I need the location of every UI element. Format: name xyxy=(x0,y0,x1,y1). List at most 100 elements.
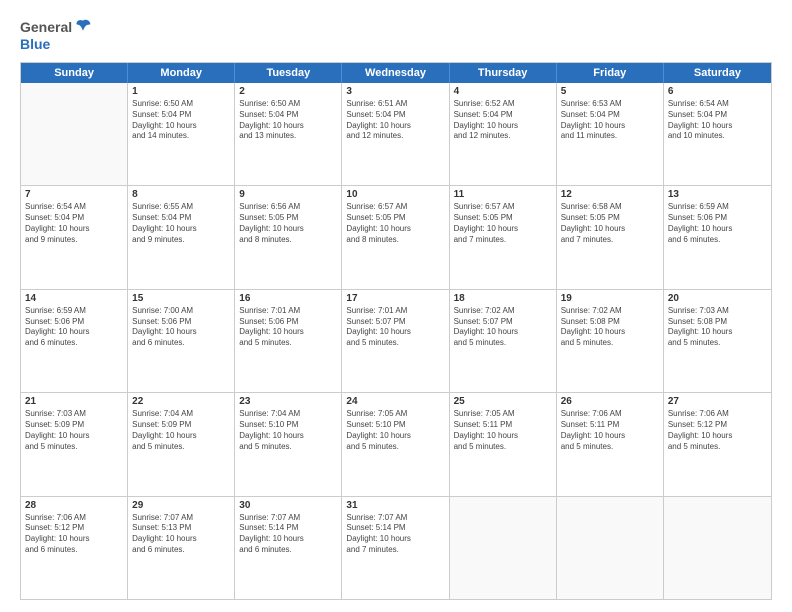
day-number: 23 xyxy=(239,396,337,407)
header: General Blue xyxy=(20,18,772,54)
cal-cell: 2 Sunrise: 6:50 AM Sunset: 5:04 PM Daylig… xyxy=(235,83,342,185)
cal-cell: 27 Sunrise: 7:06 AM Sunset: 5:12 PM Dayli… xyxy=(664,393,771,495)
cal-cell: 11 Sunrise: 6:57 AM Sunset: 5:05 PM Dayli… xyxy=(450,186,557,288)
day-number: 2 xyxy=(239,86,337,97)
cell-info: Sunrise: 7:03 AM Sunset: 5:09 PM Dayligh… xyxy=(25,409,123,452)
cell-info: Sunrise: 7:01 AM Sunset: 5:07 PM Dayligh… xyxy=(346,306,444,349)
day-number: 13 xyxy=(668,189,767,200)
cell-info: Sunrise: 6:51 AM Sunset: 5:04 PM Dayligh… xyxy=(346,99,444,142)
calendar: SundayMondayTuesdayWednesdayThursdayFrid… xyxy=(20,62,772,600)
cell-info: Sunrise: 6:55 AM Sunset: 5:04 PM Dayligh… xyxy=(132,202,230,245)
day-number: 21 xyxy=(25,396,123,407)
calendar-header: SundayMondayTuesdayWednesdayThursdayFrid… xyxy=(21,63,771,83)
page: General Blue SundayMondayTuesdayWednesda… xyxy=(0,0,792,612)
cal-cell: 7 Sunrise: 6:54 AM Sunset: 5:04 PM Daylig… xyxy=(21,186,128,288)
cell-info: Sunrise: 6:53 AM Sunset: 5:04 PM Dayligh… xyxy=(561,99,659,142)
cell-info: Sunrise: 6:59 AM Sunset: 5:06 PM Dayligh… xyxy=(25,306,123,349)
day-number: 4 xyxy=(454,86,552,97)
cal-cell: 31Sunrise: 7:07 AM Sunset: 5:14 PM Dayli… xyxy=(342,497,449,599)
cal-cell: 3 Sunrise: 6:51 AM Sunset: 5:04 PM Daylig… xyxy=(342,83,449,185)
cell-info: Sunrise: 7:05 AM Sunset: 5:11 PM Dayligh… xyxy=(454,409,552,452)
day-header-friday: Friday xyxy=(557,63,664,83)
cell-info: Sunrise: 7:05 AM Sunset: 5:10 PM Dayligh… xyxy=(346,409,444,452)
cal-cell: 29Sunrise: 7:07 AM Sunset: 5:13 PM Dayli… xyxy=(128,497,235,599)
cell-info: Sunrise: 7:06 AM Sunset: 5:12 PM Dayligh… xyxy=(668,409,767,452)
cell-info: Sunrise: 6:50 AM Sunset: 5:04 PM Dayligh… xyxy=(239,99,337,142)
day-header-saturday: Saturday xyxy=(664,63,771,83)
cell-info: Sunrise: 6:57 AM Sunset: 5:05 PM Dayligh… xyxy=(454,202,552,245)
day-number: 1 xyxy=(132,86,230,97)
cal-cell: 18 Sunrise: 7:02 AM Sunset: 5:07 PM Dayli… xyxy=(450,290,557,392)
cal-cell: 24 Sunrise: 7:05 AM Sunset: 5:10 PM Dayli… xyxy=(342,393,449,495)
week-row-1: 1 Sunrise: 6:50 AM Sunset: 5:04 PM Daylig… xyxy=(21,83,771,185)
cell-info: Sunrise: 6:56 AM Sunset: 5:05 PM Dayligh… xyxy=(239,202,337,245)
day-number: 20 xyxy=(668,293,767,304)
day-header-tuesday: Tuesday xyxy=(235,63,342,83)
day-number: 28 xyxy=(25,500,123,511)
day-number: 12 xyxy=(561,189,659,200)
cell-info: Sunrise: 6:50 AM Sunset: 5:04 PM Dayligh… xyxy=(132,99,230,142)
day-number: 6 xyxy=(668,86,767,97)
day-number: 22 xyxy=(132,396,230,407)
day-header-thursday: Thursday xyxy=(450,63,557,83)
cell-info: Sunrise: 7:00 AM Sunset: 5:06 PM Dayligh… xyxy=(132,306,230,349)
day-header-monday: Monday xyxy=(128,63,235,83)
cal-cell: 13Sunrise: 6:59 AM Sunset: 5:06 PM Dayli… xyxy=(664,186,771,288)
week-row-3: 14 Sunrise: 6:59 AM Sunset: 5:06 PM Dayli… xyxy=(21,289,771,392)
cal-cell: 26Sunrise: 7:06 AM Sunset: 5:11 PM Dayli… xyxy=(557,393,664,495)
day-header-sunday: Sunday xyxy=(21,63,128,83)
day-number: 14 xyxy=(25,293,123,304)
logo-blue: Blue xyxy=(20,36,50,52)
cal-cell xyxy=(557,497,664,599)
cal-cell: 14 Sunrise: 6:59 AM Sunset: 5:06 PM Dayli… xyxy=(21,290,128,392)
cal-cell: 25Sunrise: 7:05 AM Sunset: 5:11 PM Dayli… xyxy=(450,393,557,495)
week-row-4: 21 Sunrise: 7:03 AM Sunset: 5:09 PM Dayli… xyxy=(21,392,771,495)
cal-cell: 12Sunrise: 6:58 AM Sunset: 5:05 PM Dayli… xyxy=(557,186,664,288)
cal-cell xyxy=(450,497,557,599)
cell-info: Sunrise: 7:07 AM Sunset: 5:14 PM Dayligh… xyxy=(346,513,444,556)
cell-info: Sunrise: 7:02 AM Sunset: 5:07 PM Dayligh… xyxy=(454,306,552,349)
day-number: 9 xyxy=(239,189,337,200)
logo-general: General xyxy=(20,19,72,35)
day-number: 19 xyxy=(561,293,659,304)
day-number: 8 xyxy=(132,189,230,200)
week-row-2: 7 Sunrise: 6:54 AM Sunset: 5:04 PM Daylig… xyxy=(21,185,771,288)
cal-cell: 19 Sunrise: 7:02 AM Sunset: 5:08 PM Dayli… xyxy=(557,290,664,392)
day-number: 29 xyxy=(132,500,230,511)
cal-cell xyxy=(21,83,128,185)
cal-cell: 1 Sunrise: 6:50 AM Sunset: 5:04 PM Daylig… xyxy=(128,83,235,185)
day-number: 3 xyxy=(346,86,444,97)
cell-info: Sunrise: 7:07 AM Sunset: 5:14 PM Dayligh… xyxy=(239,513,337,556)
cell-info: Sunrise: 6:54 AM Sunset: 5:04 PM Dayligh… xyxy=(25,202,123,245)
cal-cell xyxy=(664,497,771,599)
day-number: 5 xyxy=(561,86,659,97)
cal-cell: 20Sunrise: 7:03 AM Sunset: 5:08 PM Dayli… xyxy=(664,290,771,392)
day-number: 17 xyxy=(346,293,444,304)
day-number: 15 xyxy=(132,293,230,304)
cell-info: Sunrise: 7:02 AM Sunset: 5:08 PM Dayligh… xyxy=(561,306,659,349)
cal-cell: 30Sunrise: 7:07 AM Sunset: 5:14 PM Dayli… xyxy=(235,497,342,599)
cal-cell: 16 Sunrise: 7:01 AM Sunset: 5:06 PM Dayli… xyxy=(235,290,342,392)
day-number: 7 xyxy=(25,189,123,200)
cal-cell: 4Sunrise: 6:52 AM Sunset: 5:04 PM Daylig… xyxy=(450,83,557,185)
cal-cell: 9 Sunrise: 6:56 AM Sunset: 5:05 PM Daylig… xyxy=(235,186,342,288)
day-number: 27 xyxy=(668,396,767,407)
cell-info: Sunrise: 6:54 AM Sunset: 5:04 PM Dayligh… xyxy=(668,99,767,142)
week-row-5: 28 Sunrise: 7:06 AM Sunset: 5:12 PM Dayli… xyxy=(21,496,771,599)
day-number: 18 xyxy=(454,293,552,304)
cal-cell: 23 Sunrise: 7:04 AM Sunset: 5:10 PM Dayli… xyxy=(235,393,342,495)
day-number: 24 xyxy=(346,396,444,407)
cell-info: Sunrise: 7:04 AM Sunset: 5:10 PM Dayligh… xyxy=(239,409,337,452)
cal-cell: 28 Sunrise: 7:06 AM Sunset: 5:12 PM Dayli… xyxy=(21,497,128,599)
logo: General Blue xyxy=(20,18,92,54)
day-header-wednesday: Wednesday xyxy=(342,63,449,83)
cell-info: Sunrise: 7:01 AM Sunset: 5:06 PM Dayligh… xyxy=(239,306,337,349)
cal-cell: 21 Sunrise: 7:03 AM Sunset: 5:09 PM Dayli… xyxy=(21,393,128,495)
cell-info: Sunrise: 6:57 AM Sunset: 5:05 PM Dayligh… xyxy=(346,202,444,245)
day-number: 11 xyxy=(454,189,552,200)
cal-cell: 17 Sunrise: 7:01 AM Sunset: 5:07 PM Dayli… xyxy=(342,290,449,392)
cal-cell: 15 Sunrise: 7:00 AM Sunset: 5:06 PM Dayli… xyxy=(128,290,235,392)
cell-info: Sunrise: 7:04 AM Sunset: 5:09 PM Dayligh… xyxy=(132,409,230,452)
day-number: 16 xyxy=(239,293,337,304)
cell-info: Sunrise: 7:06 AM Sunset: 5:12 PM Dayligh… xyxy=(25,513,123,556)
